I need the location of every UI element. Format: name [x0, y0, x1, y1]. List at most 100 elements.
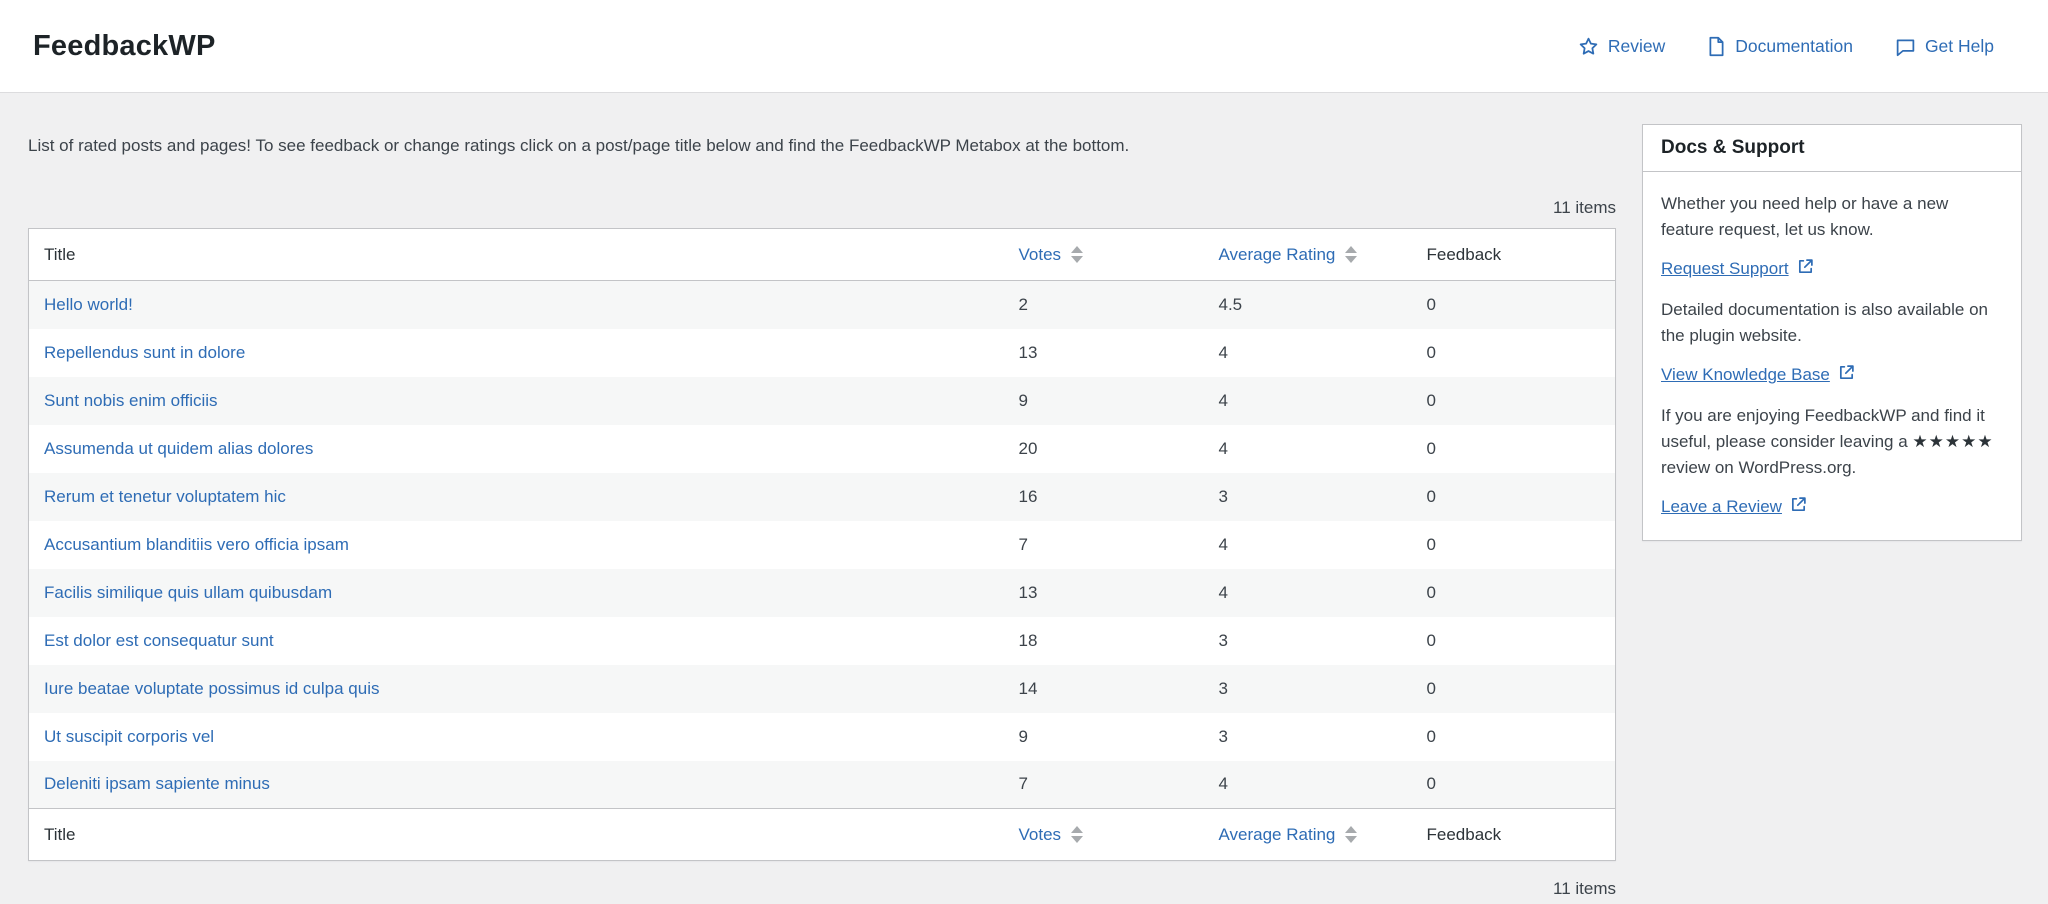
votes-cell: 7 [1018, 534, 1028, 554]
main-content: List of rated posts and pages! To see fe… [28, 93, 1616, 899]
title-cell: Ut suscipit corporis vel [29, 713, 989, 761]
table-body: Hello world! 2 4.5 0 Repellendus sunt in… [28, 280, 1616, 809]
rating-footer-label: Average Rating [1218, 824, 1336, 844]
post-title-link[interactable]: Accusantium blanditiis vero officia ipsa… [44, 535, 349, 554]
leave-a-review-link[interactable]: Leave a Review [1661, 497, 1782, 517]
votes-cell: 18 [1018, 630, 1038, 650]
title-cell: Accusantium blanditiis vero officia ipsa… [29, 521, 989, 569]
feedbackwp-admin-page: FeedbackWP Review Documentation Get Help… [0, 0, 2048, 904]
votes-cell: 2 [1018, 294, 1028, 314]
view-knowledge-base-link[interactable]: View Knowledge Base [1661, 365, 1830, 385]
table-header: Title Votes Average Rating Feedback [28, 228, 1616, 281]
sort-votes-link[interactable]: Votes [1019, 825, 1084, 845]
sort-rating-link[interactable]: Average Rating [1219, 245, 1358, 265]
rating-cell: 3 [1218, 678, 1228, 698]
post-title-link[interactable]: Repellendus sunt in dolore [44, 343, 245, 362]
rating-cell: 3 [1218, 630, 1228, 650]
support-text: Whether you need help or have a new feat… [1661, 194, 1949, 239]
star-icon [1578, 36, 1599, 57]
post-title-link[interactable]: Est dolor est consequatur sunt [44, 631, 274, 650]
rating-cell: 4 [1218, 534, 1228, 554]
feedback-cell: 0 [1426, 438, 1436, 458]
review-text-after: review on WordPress.org. [1661, 458, 1857, 477]
review-link[interactable]: Review [1578, 36, 1665, 57]
table-row: Assumenda ut quidem alias dolores 20 4 0 [28, 424, 1616, 473]
feedback-cell: 0 [1426, 294, 1436, 314]
rating-cell: 4 [1218, 438, 1228, 458]
feedback-cell: 0 [1426, 774, 1436, 794]
documentation-link[interactable]: Documentation [1707, 36, 1853, 57]
document-icon [1707, 36, 1726, 57]
post-title-link[interactable]: Assumenda ut quidem alias dolores [44, 439, 313, 458]
sort-arrows-icon [1071, 826, 1084, 843]
votes-cell: 13 [1018, 342, 1038, 362]
rating-cell: 3 [1218, 486, 1228, 506]
column-header-feedback: Feedback [1398, 228, 1616, 281]
table-row: Iure beatae voluptate possimus id culpa … [28, 664, 1616, 713]
get-help-link[interactable]: Get Help [1895, 36, 1994, 57]
sort-rating-link[interactable]: Average Rating [1219, 825, 1358, 845]
votes-footer-label: Votes [1018, 824, 1062, 844]
title-cell: Est dolor est consequatur sunt [29, 617, 989, 665]
docs-support-body: Whether you need help or have a new feat… [1643, 172, 2021, 540]
docs-support-title: Docs & Support [1643, 125, 2021, 172]
title-cell: Iure beatae voluptate possimus id culpa … [29, 665, 989, 713]
review-link-label: Review [1607, 35, 1666, 56]
column-footer-votes: Votes [988, 808, 1189, 861]
post-title-link[interactable]: Rerum et tenetur voluptatem hic [44, 487, 286, 506]
column-header-title: Title [28, 228, 989, 281]
docs-support-panel: Docs & Support Whether you need help or … [1642, 124, 2022, 541]
feedback-cell: 0 [1426, 726, 1436, 746]
rating-header-label: Average Rating [1218, 244, 1336, 264]
title-cell: Hello world! [29, 281, 989, 329]
column-footer-title: Title [28, 808, 989, 861]
table-footer: Title Votes Average Rating Feedback [28, 808, 1616, 861]
table-row: Hello world! 2 4.5 0 [28, 280, 1616, 329]
feedback-cell: 0 [1426, 342, 1436, 362]
post-title-link[interactable]: Iure beatae voluptate possimus id culpa … [44, 679, 379, 698]
table-row: Facilis similique quis ullam quibusdam 1… [28, 568, 1616, 617]
table-row: Repellendus sunt in dolore 13 4 0 [28, 328, 1616, 377]
five-stars-icon: ★★★★★ [1912, 432, 1994, 451]
column-footer-feedback: Feedback [1398, 808, 1616, 861]
items-count-bottom: 11 items [1553, 879, 1616, 898]
votes-cell: 9 [1018, 726, 1028, 746]
rating-cell: 4 [1218, 342, 1228, 362]
sort-arrows-icon [1345, 826, 1358, 843]
title-cell: Repellendus sunt in dolore [29, 329, 989, 377]
table-row: Ut suscipit corporis vel 9 3 0 [28, 712, 1616, 761]
items-count-top: 11 items [1553, 198, 1616, 217]
sort-votes-link[interactable]: Votes [1019, 245, 1084, 265]
votes-cell: 13 [1018, 582, 1038, 602]
votes-cell: 9 [1018, 390, 1028, 410]
rating-cell: 4 [1218, 582, 1228, 602]
get-help-link-label: Get Help [1924, 35, 1994, 56]
feedback-cell: 0 [1426, 534, 1436, 554]
votes-cell: 7 [1018, 774, 1028, 794]
sort-arrows-icon [1345, 246, 1358, 263]
post-title-link[interactable]: Ut suscipit corporis vel [44, 727, 214, 746]
rating-cell: 4 [1218, 390, 1228, 410]
review-text: If you are enjoying FeedbackWP and find … [1661, 403, 2003, 481]
docs-text: Detailed documentation is also available… [1661, 300, 1988, 345]
title-cell: Facilis similique quis ullam quibusdam [29, 569, 989, 617]
feedback-cell: 0 [1426, 678, 1436, 698]
table-row: Est dolor est consequatur sunt 18 3 0 [28, 616, 1616, 665]
request-support-link[interactable]: Request Support [1661, 259, 1789, 279]
rating-cell: 4 [1218, 774, 1228, 794]
post-title-link[interactable]: Deleniti ipsam sapiente minus [44, 774, 270, 793]
post-title-link[interactable]: Facilis similique quis ullam quibusdam [44, 583, 332, 602]
table-row: Deleniti ipsam sapiente minus 7 4 0 [28, 760, 1616, 809]
post-title-link[interactable]: Hello world! [44, 295, 133, 314]
external-link-icon [1838, 364, 1855, 386]
post-title-link[interactable]: Sunt nobis enim officiis [44, 391, 218, 410]
feedback-cell: 0 [1426, 630, 1436, 650]
table-row: Sunt nobis enim officiis 9 4 0 [28, 376, 1616, 425]
feedback-cell: 0 [1426, 390, 1436, 410]
feedback-cell: 0 [1426, 486, 1436, 506]
rating-cell: 3 [1218, 726, 1228, 746]
votes-cell: 16 [1018, 486, 1038, 506]
sort-arrows-icon [1071, 246, 1084, 263]
header-links: Review Documentation Get Help [1578, 36, 1994, 57]
chat-icon [1895, 36, 1916, 57]
